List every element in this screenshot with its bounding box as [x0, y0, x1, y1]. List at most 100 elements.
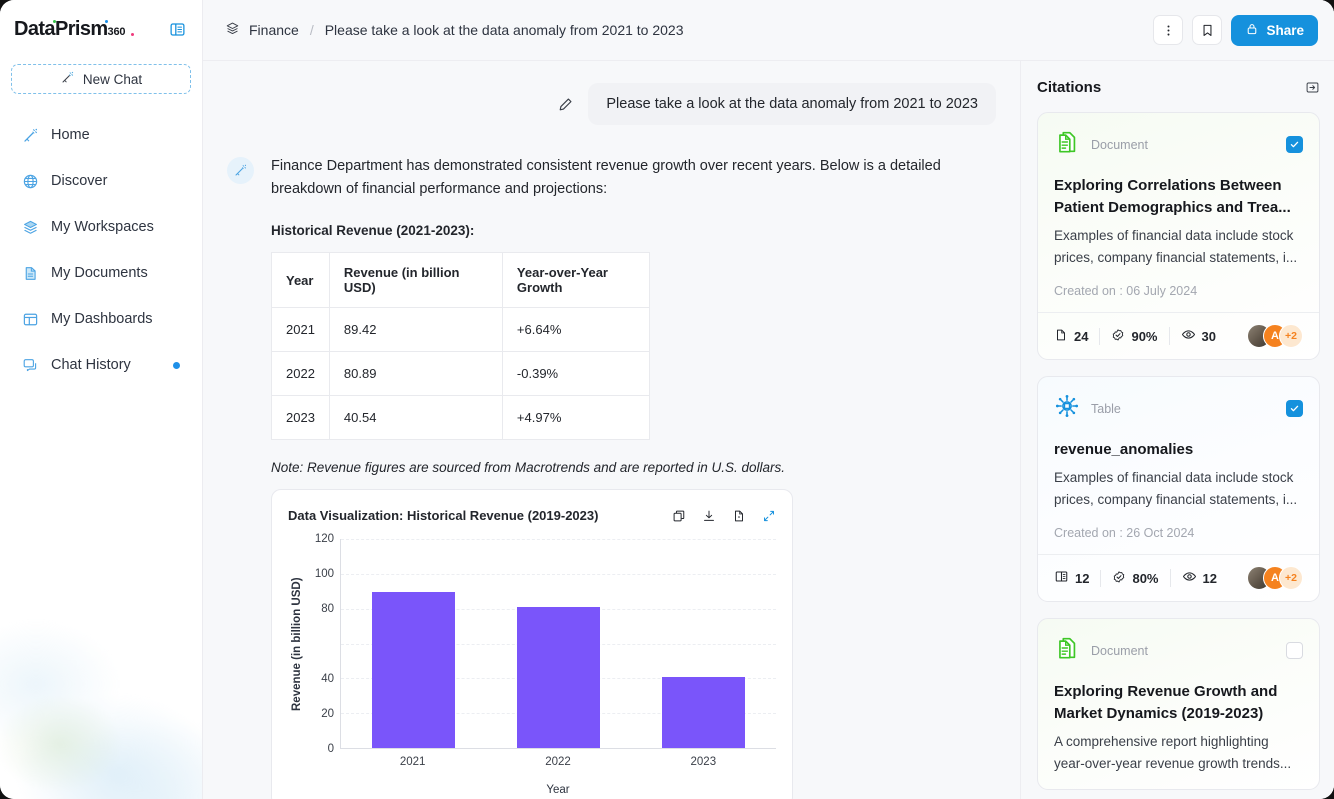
sidebar-nav: Home Discover My Workspaces My Documents — [0, 112, 202, 388]
assistant-message-body: Finance Department has demonstrated cons… — [271, 155, 996, 799]
chart-y-axis-label: Revenue (in billion USD) — [291, 577, 303, 711]
new-chat-button[interactable]: New Chat — [11, 64, 191, 94]
sidebar-item-discover[interactable]: Discover — [0, 158, 202, 204]
citation-title: Exploring Correlations Between Patient D… — [1054, 177, 1291, 216]
eye-icon — [1182, 569, 1197, 587]
bookmark-button[interactable] — [1192, 15, 1223, 45]
eye-icon — [1181, 327, 1196, 345]
citation-stat-value: 12 — [1075, 570, 1090, 586]
breadcrumb: Finance / Please take a look at the data… — [225, 21, 684, 39]
sidebar-item-chat-history[interactable]: Chat History — [0, 342, 202, 388]
breadcrumb-separator: / — [309, 22, 314, 38]
document-stack-icon — [1054, 635, 1080, 666]
bar-slot — [486, 539, 631, 748]
brand-suffix: 360 — [107, 26, 126, 38]
citation-description: Examples of financial data include stock… — [1054, 228, 1298, 265]
sidebar-item-label: Discover — [51, 173, 108, 189]
sidebar-collapse-icon[interactable] — [166, 18, 188, 40]
y-tick-label: 40 — [321, 673, 334, 685]
citation-avatar-group[interactable]: A +2 — [1247, 324, 1303, 348]
citation-card[interactable]: Document Exploring Revenue Growth and Ma… — [1037, 618, 1320, 790]
citation-description: A comprehensive report highlighting year… — [1054, 734, 1292, 771]
table-hub-icon — [1054, 393, 1080, 424]
bar-2021[interactable] — [371, 592, 455, 748]
user-message-bubble: Please take a look at the data anomaly f… — [588, 83, 996, 125]
table-cell: -0.39% — [501, 351, 650, 396]
expand-icon[interactable] — [762, 509, 776, 523]
book-icon — [1054, 569, 1069, 587]
citation-title: revenue_anomalies — [1054, 441, 1194, 458]
citation-checkbox[interactable] — [1286, 400, 1303, 417]
chart-title: Data Visualization: Historical Revenue (… — [288, 508, 599, 523]
citation-card-body: Document Exploring Correlations Between … — [1038, 113, 1319, 312]
app-window: DataPrism360 New Chat Home Discover My W… — [0, 0, 1334, 799]
sidebar-item-home[interactable]: Home — [0, 112, 202, 158]
chart-card: Data Visualization: Historical Revenue (… — [271, 489, 793, 799]
wand-icon — [22, 127, 39, 144]
chart-toolbar — [672, 509, 776, 523]
citation-stat-accuracy: 90% — [1099, 327, 1168, 345]
brand-logo[interactable]: DataPrism360 — [0, 0, 202, 40]
citations-panel: Citations Document Exploring Correlation… — [1020, 61, 1334, 799]
citation-checkbox[interactable] — [1286, 136, 1303, 153]
citation-card[interactable]: Document Exploring Correlations Between … — [1037, 112, 1320, 360]
chart-x-axis-label: Year — [546, 784, 570, 796]
citation-description: Examples of financial data include stock… — [1054, 470, 1298, 507]
sidebar-item-label: My Dashboards — [51, 311, 153, 327]
citation-card-header: Table — [1054, 393, 1303, 424]
y-tick-label: 0 — [327, 743, 334, 755]
sidebar-item-label: My Workspaces — [51, 219, 154, 235]
sidebar: DataPrism360 New Chat Home Discover My W… — [0, 0, 203, 799]
bar-2023[interactable] — [661, 677, 745, 748]
citation-type-label: Document — [1091, 137, 1148, 152]
logo-dot-green — [53, 20, 56, 23]
share-button[interactable]: Share — [1231, 14, 1318, 46]
assistant-avatar — [227, 157, 254, 184]
sidebar-item-my-workspaces[interactable]: My Workspaces — [0, 204, 202, 250]
more-options-button[interactable] — [1153, 15, 1184, 45]
sidebar-item-label: My Documents — [51, 265, 148, 281]
logo-dot-blue — [105, 20, 108, 23]
table-cell: 2023 — [271, 395, 330, 440]
brand-name: DataPrism — [14, 18, 108, 40]
table-cell: 40.54 — [328, 395, 503, 440]
table-cell: +4.97% — [501, 395, 650, 440]
sidebar-background-texture — [0, 519, 202, 799]
citation-stat-views: 30 — [1168, 327, 1227, 345]
download-icon[interactable] — [702, 509, 716, 523]
copy-icon[interactable] — [672, 509, 686, 523]
table-cell: 80.89 — [328, 351, 503, 396]
citations-title: Citations — [1037, 79, 1102, 96]
chart-y-axis-ticks: 120 100 80 40 20 0 — [306, 533, 340, 755]
breadcrumb-root[interactable]: Finance — [249, 22, 299, 38]
citation-stat-value: 24 — [1074, 328, 1089, 344]
citation-stat-pages: 24 — [1054, 328, 1099, 345]
brand-logo-text: DataPrism360 — [14, 18, 134, 40]
citation-card-footer: 12 80% 12 A +2 — [1038, 554, 1319, 601]
bar-series — [341, 539, 776, 748]
citation-created-date: Created on : 06 July 2024 — [1054, 284, 1198, 298]
citation-checkbox[interactable] — [1286, 642, 1303, 659]
y-tick-label: 20 — [321, 707, 334, 720]
historical-revenue-table: Year Revenue (in billion USD) Year-over-… — [271, 252, 650, 440]
chart-plot-area: Revenue (in billion USD) 120 100 80 40 2… — [288, 533, 776, 755]
edit-icon[interactable] — [557, 96, 574, 113]
table-header-cell: Revenue (in billion USD) — [328, 252, 503, 308]
bar-2022[interactable] — [516, 607, 600, 748]
lock-icon — [1245, 22, 1259, 39]
citation-card[interactable]: Table revenue_anomalies Examples of fina… — [1037, 376, 1320, 602]
citations-header: Citations — [1037, 79, 1320, 96]
citation-card-header: Document — [1054, 129, 1303, 160]
logo-dot-pink — [131, 33, 134, 36]
sidebar-item-my-dashboards[interactable]: My Dashboards — [0, 296, 202, 342]
panel-collapse-icon[interactable] — [1305, 80, 1320, 95]
topbar-actions: Share — [1153, 14, 1318, 46]
citation-avatar-group[interactable]: A +2 — [1247, 566, 1303, 590]
citation-card-body: Document Exploring Revenue Growth and Ma… — [1038, 619, 1319, 789]
chat-history-badge — [173, 361, 180, 369]
citation-card-body: Table revenue_anomalies Examples of fina… — [1038, 377, 1319, 554]
sidebar-item-my-documents[interactable]: My Documents — [0, 250, 202, 296]
bar-slot — [631, 539, 776, 748]
export-file-icon[interactable] — [732, 509, 746, 523]
x-tick-label: 2021 — [399, 756, 426, 768]
